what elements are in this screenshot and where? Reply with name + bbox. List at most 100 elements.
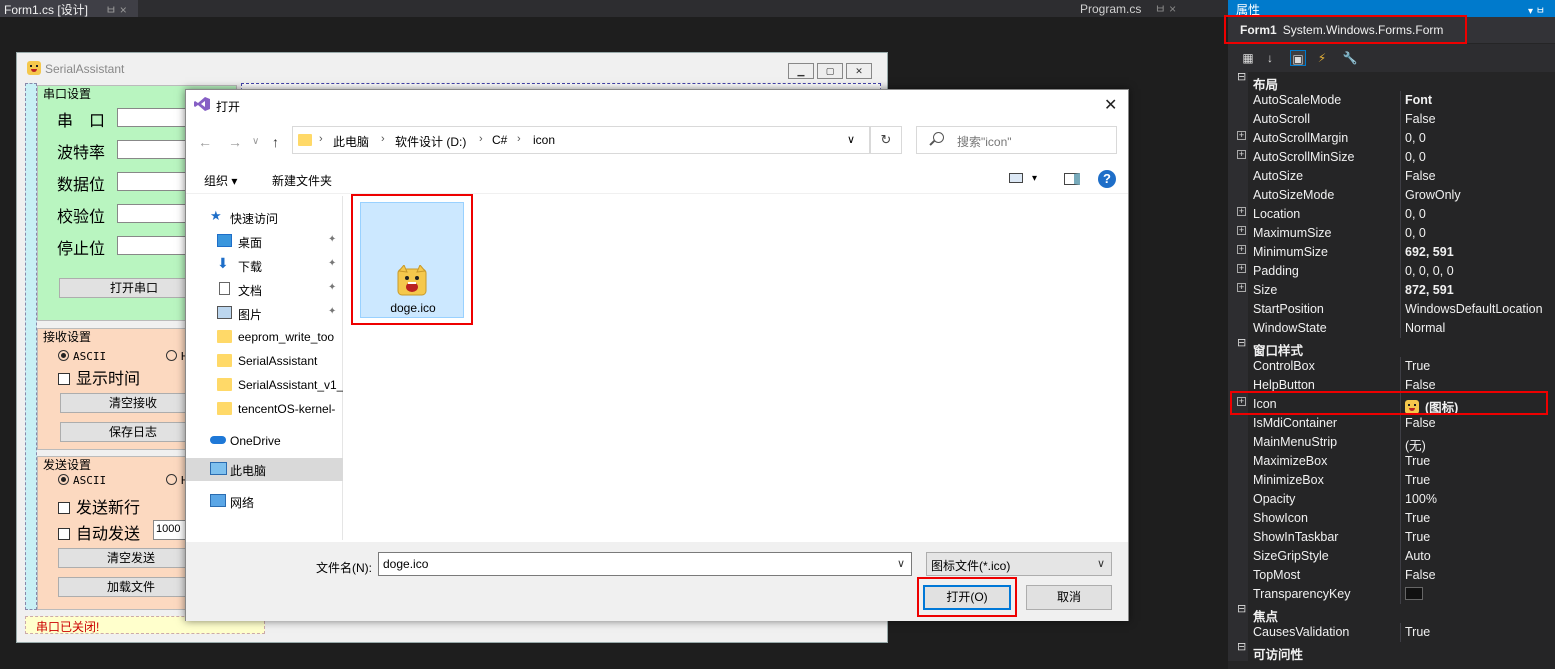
properties-icon[interactable]: ▣ [1290, 50, 1306, 66]
address-dropdown-icon[interactable]: ∨ [847, 133, 855, 146]
nav-this-pc[interactable]: 此电脑 [186, 458, 343, 481]
maximize-icon[interactable]: ▢ [817, 63, 843, 79]
filename-dropdown-icon[interactable]: ∨ [897, 557, 905, 570]
property-row[interactable]: + Location 0, 0 [1228, 205, 1555, 224]
property-value[interactable]: True [1405, 530, 1430, 544]
new-folder-button[interactable]: 新建文件夹 [272, 172, 332, 189]
up-arrow-icon[interactable]: ↑ [272, 134, 279, 150]
send-ascii-radio[interactable]: ASCII [58, 474, 106, 487]
expand-icon[interactable]: + [1237, 150, 1246, 159]
refresh-icon[interactable]: ↻ [870, 126, 902, 154]
address-bar[interactable]: › 此电脑 › 软件设计 (D:) › C# › icon ∨ [292, 126, 870, 154]
dialog-close-icon[interactable]: ✕ [1104, 95, 1117, 115]
file-type-select[interactable]: 图标文件(*.ico) ∨ [926, 552, 1112, 576]
property-value[interactable]: 100% [1405, 492, 1437, 506]
preview-pane-icon[interactable] [1064, 173, 1080, 185]
nav-onedrive[interactable]: OneDrive [186, 430, 343, 453]
property-value[interactable]: True [1405, 473, 1430, 487]
cancel-button[interactable]: 取消 [1026, 585, 1112, 610]
property-row[interactable]: AutoSize False [1228, 167, 1555, 186]
nav-documents[interactable]: 文档 ✦ [186, 278, 343, 301]
property-row[interactable]: + Size 872, 591 [1228, 281, 1555, 300]
property-row[interactable]: + AutoScrollMinSize 0, 0 [1228, 148, 1555, 167]
panel-pin-icon[interactable]: ▾ ㅂ [1528, 2, 1545, 17]
nav-folder-serialassistant[interactable]: SerialAssistant [186, 350, 343, 373]
property-row[interactable]: + Padding 0, 0, 0, 0 [1228, 262, 1555, 281]
property-row[interactable]: AutoScroll False [1228, 110, 1555, 129]
nav-desktop[interactable]: 桌面 ✦ [186, 230, 343, 253]
property-category[interactable]: ⊟ 焦点 [1228, 604, 1555, 624]
pin-icon[interactable]: ✦ [328, 234, 336, 245]
property-value[interactable]: 0, 0, 0, 0 [1405, 264, 1454, 278]
property-value[interactable]: True [1405, 511, 1430, 525]
breadcrumb-csharp[interactable]: C# [492, 133, 507, 147]
breadcrumb-this-pc[interactable]: 此电脑 [333, 133, 369, 150]
property-row[interactable]: StartPosition WindowsDefaultLocation [1228, 300, 1555, 319]
property-row[interactable]: Opacity 100% [1228, 490, 1555, 509]
clear-send-button[interactable]: 清空发送 [58, 548, 204, 568]
property-value[interactable]: GrowOnly [1405, 188, 1461, 202]
property-value[interactable]: Normal [1405, 321, 1445, 335]
property-value[interactable]: Font [1405, 93, 1432, 107]
property-value[interactable]: 0, 0 [1405, 207, 1426, 221]
search-input[interactable]: 搜索"icon" [916, 126, 1117, 154]
nav-folder-tencentos[interactable]: tencentOS-kernel- [186, 398, 343, 421]
property-row[interactable]: TopMost False [1228, 566, 1555, 585]
property-value[interactable]: 0, 0 [1405, 150, 1426, 164]
tab-pin-close-icon[interactable]: ㅂ × [1155, 2, 1176, 16]
databits-combobox[interactable] [117, 172, 187, 191]
property-pages-icon[interactable]: 🔧 [1342, 50, 1358, 66]
property-row[interactable]: AutoScaleMode Font [1228, 91, 1555, 110]
property-row[interactable]: ShowInTaskbar True [1228, 528, 1555, 547]
nav-folder-eeprom[interactable]: eeprom_write_too [186, 326, 343, 349]
file-type-dropdown-icon[interactable]: ∨ [1097, 557, 1105, 570]
nav-quick-access[interactable]: ★ 快速访问 [186, 206, 343, 229]
property-row[interactable]: + MinimumSize 692, 591 [1228, 243, 1555, 262]
property-row[interactable]: AutoSizeMode GrowOnly [1228, 186, 1555, 205]
expand-icon[interactable]: + [1237, 245, 1246, 254]
property-value[interactable]: 0, 0 [1405, 226, 1426, 240]
expand-icon[interactable]: ⊟ [1237, 642, 1246, 653]
expand-icon[interactable]: + [1237, 131, 1246, 140]
view-dropdown-icon[interactable]: ▾ [1032, 173, 1037, 184]
property-row[interactable]: MaximizeBox True [1228, 452, 1555, 471]
auto-send-checkbox[interactable]: 自动发送 [58, 520, 140, 544]
property-value[interactable]: True [1405, 625, 1430, 639]
breadcrumb-icon[interactable]: icon [533, 133, 555, 147]
property-value[interactable]: True [1405, 359, 1430, 373]
property-value[interactable]: False [1405, 568, 1436, 582]
organize-menu[interactable]: 组织 ▾ [204, 172, 237, 189]
filename-input[interactable]: doge.ico ∨ [378, 552, 912, 576]
property-row[interactable]: ControlBox True [1228, 357, 1555, 376]
events-icon[interactable]: ⚡ [1314, 50, 1330, 66]
baudrate-combobox[interactable] [117, 140, 187, 159]
property-value[interactable]: 0, 0 [1405, 131, 1426, 145]
alphabetical-icon[interactable]: ↓ [1262, 50, 1278, 66]
property-value[interactable]: WindowsDefaultLocation [1405, 302, 1543, 316]
property-category[interactable]: ⊟ 窗口样式 [1228, 338, 1555, 358]
property-row[interactable]: WindowState Normal [1228, 319, 1555, 338]
property-row[interactable]: TransparencyKey [1228, 585, 1555, 604]
property-row[interactable]: SizeGripStyle Auto [1228, 547, 1555, 566]
nav-downloads[interactable]: ⬇ 下载 ✦ [186, 254, 343, 277]
expand-icon[interactable]: + [1237, 264, 1246, 273]
help-icon[interactable]: ? [1098, 170, 1116, 188]
property-value[interactable]: False [1405, 416, 1436, 430]
property-row[interactable]: + MaximumSize 0, 0 [1228, 224, 1555, 243]
expand-icon[interactable]: + [1237, 283, 1246, 292]
recent-dropdown-icon[interactable]: ∨ [252, 136, 259, 147]
expand-icon[interactable]: + [1237, 226, 1246, 235]
property-value[interactable]: False [1405, 112, 1436, 126]
parity-combobox[interactable] [117, 204, 187, 223]
tab-pin-close-icon[interactable]: ㅂ × [105, 3, 126, 17]
breadcrumb-drive-d[interactable]: 软件设计 (D:) [395, 133, 466, 150]
property-row[interactable]: IsMdiContainer False [1228, 414, 1555, 433]
minimize-icon[interactable]: ▁ [788, 63, 814, 79]
property-value[interactable] [1405, 587, 1423, 601]
property-row[interactable]: ShowIcon True [1228, 509, 1555, 528]
pin-icon[interactable]: ✦ [328, 282, 336, 293]
pin-icon[interactable]: ✦ [328, 306, 336, 317]
recv-ascii-radio[interactable]: ASCII [58, 350, 106, 363]
expand-icon[interactable]: ⊟ [1237, 72, 1246, 83]
expand-icon[interactable]: ⊟ [1237, 338, 1246, 349]
